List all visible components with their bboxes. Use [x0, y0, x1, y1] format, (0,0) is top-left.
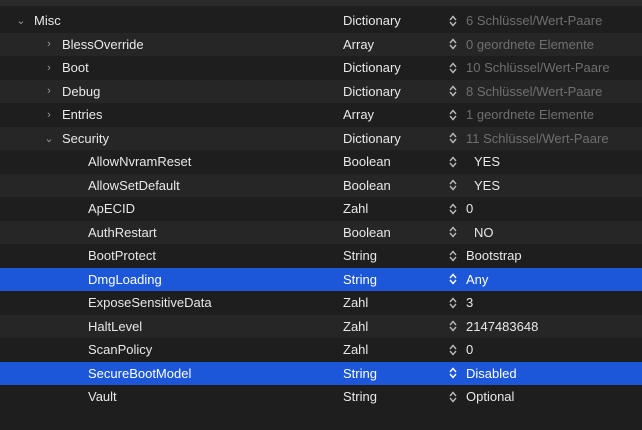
row-value-cell[interactable]: 0 — [466, 338, 642, 361]
stepper-updown-icon[interactable] — [446, 291, 460, 314]
plist-row-entries[interactable]: › Entries Array 1 geordnete Elemente — [0, 103, 642, 126]
plist-row-bless-override[interactable]: › BlessOverride Array 0 geordnete Elemente — [0, 32, 642, 56]
row-value-cell[interactable]: NO — [466, 221, 642, 244]
row-type-cell[interactable]: Zahl — [343, 338, 438, 361]
stepper-updown-icon[interactable] — [446, 103, 460, 126]
row-key-label: HaltLevel — [88, 318, 143, 334]
row-value-cell[interactable]: Optional — [466, 385, 642, 408]
row-key-label: Boot — [62, 60, 89, 75]
row-type-cell[interactable]: Array — [343, 103, 438, 126]
plist-row-secure-boot-model[interactable]: SecureBootModel String Disabled — [0, 361, 642, 385]
row-type-cell[interactable]: Zahl — [343, 315, 438, 338]
chevron-down-icon[interactable]: ⌄ — [14, 14, 28, 27]
row-type-cell[interactable]: Boolean — [343, 221, 438, 244]
row-type-cell[interactable]: String — [343, 268, 438, 291]
row-type-cell[interactable]: String — [343, 362, 438, 385]
row-key-label: ScanPolicy — [88, 342, 153, 357]
plist-row-auth-restart[interactable]: AuthRestart Boolean NO — [0, 220, 642, 244]
chevron-down-icon[interactable]: ⌄ — [42, 132, 56, 145]
stepper-updown-icon[interactable] — [446, 221, 460, 244]
stepper-updown-icon[interactable] — [446, 197, 460, 220]
row-key-label: AllowNvramReset — [88, 154, 192, 169]
plist-row-allow-set-default[interactable]: AllowSetDefault Boolean YES — [0, 173, 642, 197]
stepper-updown-icon[interactable] — [446, 127, 460, 150]
plist-row-security[interactable]: ⌄ Security Dictionary 11 Schlüssel/Wert-Paa… — [0, 126, 642, 150]
row-key-label: BootProtect — [88, 248, 156, 263]
row-type-cell[interactable]: Zahl — [343, 197, 438, 220]
row-key-label: BlessOverride — [62, 36, 144, 52]
plist-row-ap-ecid[interactable]: ApECID Zahl 0 — [0, 197, 642, 220]
row-value-cell[interactable]: YES — [466, 150, 642, 173]
plist-row-scan-policy[interactable]: ScanPolicy Zahl 0 — [0, 338, 642, 361]
row-value-cell: 11 Schlüssel/Wert-Paare — [466, 130, 609, 146]
row-key-cell: › Boot — [0, 56, 372, 79]
row-type-cell[interactable]: String — [343, 244, 438, 267]
row-key-cell: › Debug — [0, 80, 372, 103]
row-key-cell: ⌄ Misc — [0, 9, 344, 32]
plist-row-allow-nvram-reset[interactable]: AllowNvramReset Boolean YES — [0, 150, 642, 173]
chevron-right-icon[interactable]: › — [42, 62, 56, 74]
stepper-updown-icon[interactable] — [446, 362, 460, 385]
row-key-label: ApECID — [88, 201, 135, 216]
row-value-cell[interactable]: 2147483648 — [466, 315, 642, 338]
row-type-cell[interactable]: Boolean — [343, 150, 438, 173]
stepper-updown-icon[interactable] — [446, 268, 460, 291]
row-key-label: DmgLoading — [88, 271, 162, 287]
row-type-cell[interactable]: Dictionary — [343, 127, 438, 150]
row-value-cell: 10 Schlüssel/Wert-Paare — [466, 60, 610, 75]
stepper-updown-icon[interactable] — [446, 56, 460, 79]
stepper-updown-icon[interactable] — [446, 244, 460, 267]
row-type-cell[interactable]: Dictionary — [343, 9, 438, 32]
stepper-updown-icon[interactable] — [446, 174, 460, 197]
chevron-right-icon[interactable]: › — [42, 85, 56, 97]
chevron-right-icon[interactable]: › — [42, 38, 56, 50]
plist-row-dmg-loading[interactable]: DmgLoading String Any — [0, 267, 642, 291]
row-key-cell: › Entries — [0, 103, 372, 126]
row-key-label: Vault — [88, 389, 117, 404]
row-key-label: Entries — [62, 107, 103, 122]
plist-row-vault[interactable]: Vault String Optional — [0, 385, 642, 408]
chevron-right-icon[interactable]: › — [42, 109, 56, 121]
row-key-cell: › BlessOverride — [0, 33, 372, 56]
row-value-cell: 6 Schlüssel/Wert-Paare — [466, 13, 603, 28]
row-value-cell: 1 geordnete Elemente — [466, 107, 594, 122]
row-key-label: AllowSetDefault — [88, 177, 180, 193]
row-key-cell: ⌄ Security — [0, 127, 372, 150]
row-key-label: ExposeSensitiveData — [88, 295, 212, 310]
row-type-cell[interactable]: Dictionary — [343, 80, 438, 103]
stepper-updown-icon[interactable] — [446, 33, 460, 56]
row-value-cell[interactable]: Disabled — [466, 362, 642, 385]
row-value-cell[interactable]: 3 — [466, 291, 642, 314]
row-key-label: AuthRestart — [88, 224, 157, 240]
plist-row-debug[interactable]: › Debug Dictionary 8 Schlüssel/Wert-Paare — [0, 79, 642, 103]
row-value-cell: 0 geordnete Elemente — [466, 36, 594, 52]
row-value-cell: 8 Schlüssel/Wert-Paare — [466, 83, 603, 99]
row-key-label: Security — [62, 130, 109, 146]
plist-editor: ⌄ Misc Dictionary 6 Schlüssel/Wert-Paare › Bl… — [0, 0, 642, 430]
row-value-cell[interactable]: 0 — [466, 197, 642, 220]
row-value-cell[interactable]: Bootstrap — [466, 244, 642, 267]
row-key-label: Misc — [34, 13, 61, 28]
row-type-cell[interactable]: Zahl — [343, 291, 438, 314]
stepper-updown-icon[interactable] — [446, 385, 460, 408]
row-type-cell[interactable]: Boolean — [343, 174, 438, 197]
stepper-updown-icon[interactable] — [446, 315, 460, 338]
row-type-cell[interactable]: String — [343, 385, 438, 408]
plist-row-boot-protect[interactable]: BootProtect String Bootstrap — [0, 244, 642, 267]
row-key-label: SecureBootModel — [88, 365, 192, 381]
plist-row-misc[interactable]: ⌄ Misc Dictionary 6 Schlüssel/Wert-Paare — [0, 9, 642, 32]
row-type-cell[interactable]: Array — [343, 33, 438, 56]
row-type-cell[interactable]: Dictionary — [343, 56, 438, 79]
row-value-cell[interactable]: Any — [466, 268, 642, 291]
stepper-updown-icon[interactable] — [446, 9, 460, 32]
row-value-cell[interactable]: YES — [466, 174, 642, 197]
stepper-updown-icon[interactable] — [446, 150, 460, 173]
stepper-updown-icon[interactable] — [446, 338, 460, 361]
row-key-label: Debug — [62, 83, 101, 99]
plist-row-boot[interactable]: › Boot Dictionary 10 Schlüssel/Wert-Paare — [0, 56, 642, 79]
stepper-updown-icon[interactable] — [446, 80, 460, 103]
header-strip — [0, 0, 642, 6]
plist-row-expose-sensitive-data[interactable]: ExposeSensitiveData Zahl 3 — [0, 291, 642, 314]
plist-row-halt-level[interactable]: HaltLevel Zahl 2147483648 — [0, 314, 642, 338]
